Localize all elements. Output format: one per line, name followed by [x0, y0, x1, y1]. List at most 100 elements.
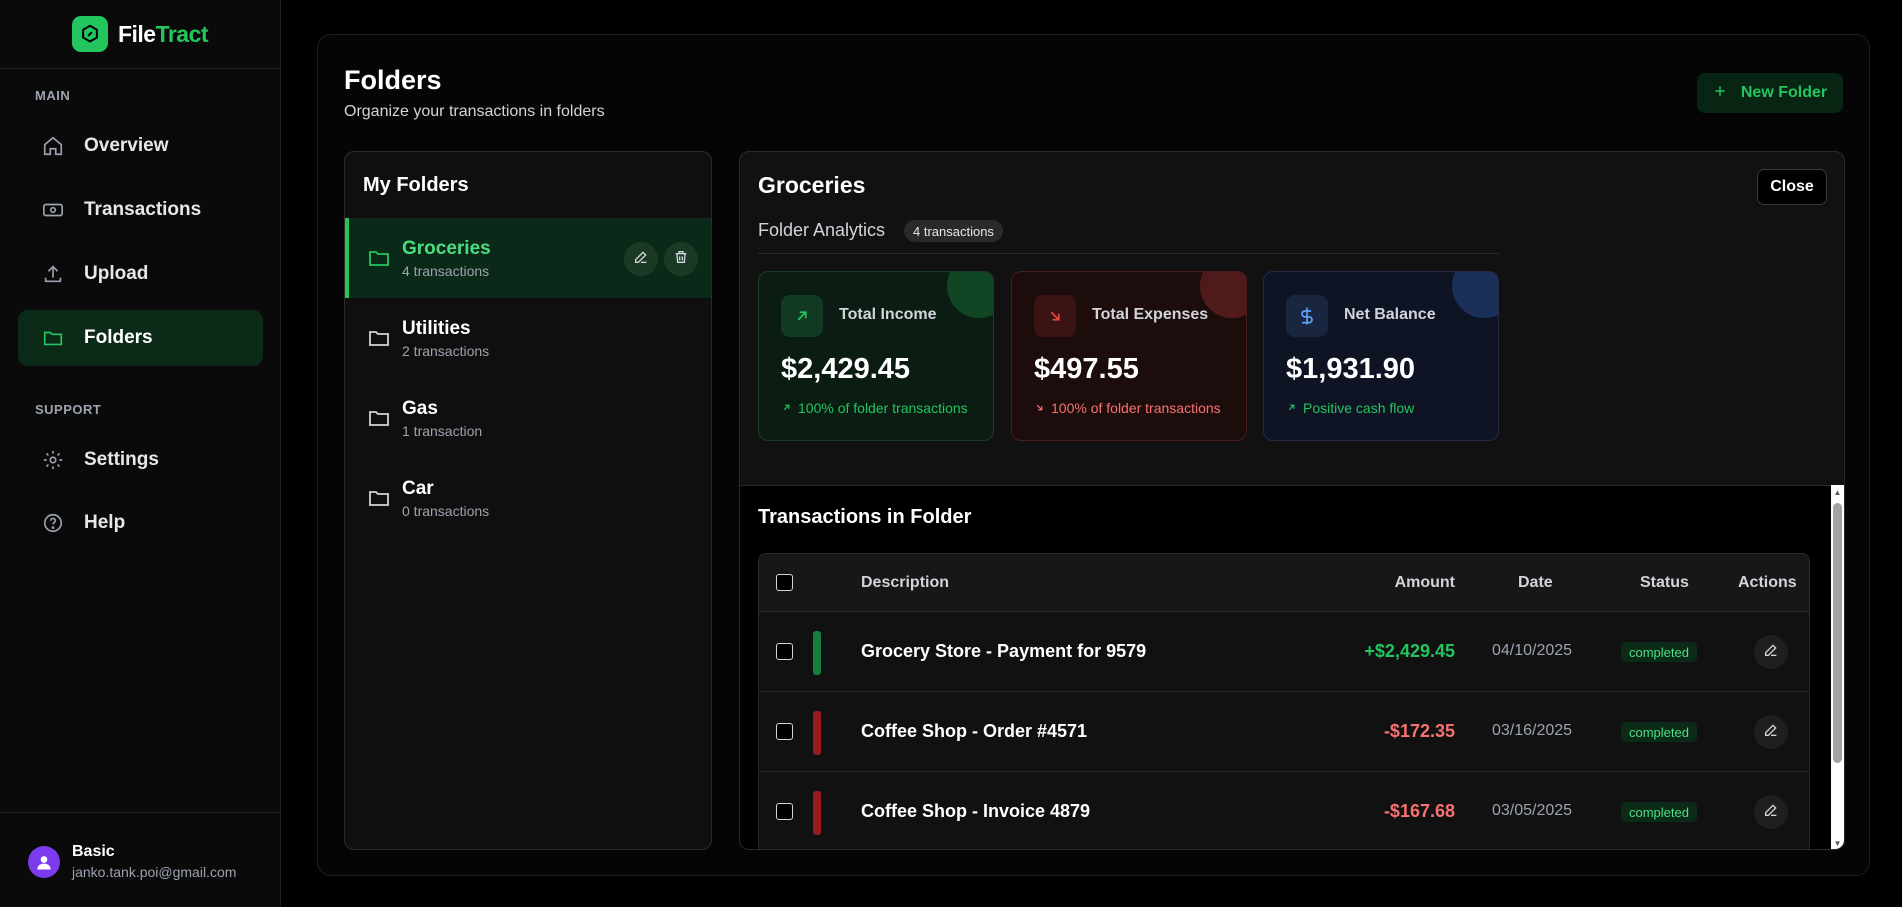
analytics-badge: 4 transactions [904, 220, 1003, 242]
edit-icon [1763, 642, 1779, 663]
edit-transaction-button[interactable] [1754, 795, 1788, 829]
brand[interactable]: FileTract [0, 0, 280, 69]
arrow-up-right-icon [781, 400, 792, 416]
column-header-status[interactable]: Status [1640, 574, 1689, 592]
logo-icon [71, 16, 108, 52]
sidebar-item-label: Folders [84, 327, 153, 348]
plus-icon [1713, 84, 1727, 103]
folder-name: Car [402, 478, 434, 499]
new-folder-button[interactable]: New Folder [1697, 73, 1843, 113]
column-header-actions: Actions [1738, 574, 1797, 591]
folder-item-groceries[interactable]: Groceries 4 transactions [345, 218, 711, 298]
transaction-description: Coffee Shop - Invoice 4879 [861, 801, 1091, 821]
folder-icon [367, 486, 391, 510]
sidebar-item-transactions[interactable]: Transactions [18, 182, 263, 238]
row-checkbox[interactable] [776, 643, 793, 660]
page-subtitle: Organize your transactions in folders [344, 103, 605, 120]
stat-note: Positive cash flow [1286, 400, 1414, 416]
folder-item-utilities[interactable]: Utilities 2 transactions [345, 298, 711, 378]
user-profile[interactable]: Basic janko.tank.poi@gmail.com [0, 812, 281, 907]
close-button[interactable]: Close [1757, 169, 1827, 205]
folder-name: Utilities [402, 318, 471, 339]
expense-indicator [813, 711, 821, 755]
edit-icon [1763, 802, 1779, 823]
sidebar-item-settings[interactable]: Settings [18, 432, 263, 488]
sidebar-item-help[interactable]: Help [18, 495, 263, 551]
stat-card-balance: Net Balance $1,931.90 Positive cash flow [1263, 271, 1499, 441]
status-badge: completed [1621, 642, 1697, 662]
help-circle-icon [42, 512, 64, 534]
folder-icon [367, 406, 391, 430]
page-title: Folders [344, 65, 442, 95]
scrollbar[interactable]: ▲ ▼ [1831, 485, 1844, 849]
scroll-thumb[interactable] [1833, 503, 1842, 763]
column-header-description[interactable]: Description [861, 574, 949, 592]
transaction-amount: +$2,429.45 [1364, 641, 1455, 661]
edit-transaction-button[interactable] [1754, 715, 1788, 749]
analytics-label: Folder Analytics [758, 220, 886, 240]
folder-count: 2 transactions [402, 343, 490, 359]
row-checkbox[interactable] [776, 803, 793, 820]
stat-label: Total Income [839, 306, 937, 323]
transaction-amount: -$167.68 [1383, 801, 1455, 821]
transactions-section: Transactions in Folder Description Amoun… [740, 485, 1844, 849]
scroll-down-arrow-icon[interactable]: ▼ [1833, 839, 1842, 848]
stat-value: $2,429.45 [781, 353, 911, 385]
stat-card-expenses: Total Expenses $497.55 100% of folder tr… [1011, 271, 1247, 441]
select-all-checkbox[interactable] [776, 574, 793, 591]
sidebar-item-overview[interactable]: Overview [18, 118, 263, 174]
stat-value: $1,931.90 [1286, 353, 1416, 385]
folder-item-gas[interactable]: Gas 1 transaction [345, 378, 711, 458]
column-header-date[interactable]: Date [1518, 574, 1553, 592]
delete-folder-button[interactable] [664, 242, 698, 276]
folder-count: 1 transaction [402, 423, 483, 439]
row-checkbox[interactable] [776, 723, 793, 740]
sidebar-item-label: Help [84, 512, 126, 533]
trash-icon [673, 249, 689, 270]
transaction-date: 03/16/2025 [1492, 722, 1573, 739]
column-header-amount[interactable]: Amount [1395, 574, 1455, 592]
section-label-support: SUPPORT [35, 402, 102, 417]
banknote-icon [42, 199, 64, 221]
dollar-icon [1286, 295, 1328, 337]
sidebar-item-folders[interactable]: Folders [18, 310, 263, 366]
stat-label: Total Expenses [1092, 306, 1209, 323]
scroll-up-arrow-icon[interactable]: ▲ [1833, 488, 1842, 497]
user-email: janko.tank.poi@gmail.com [72, 864, 237, 880]
arrow-up-right-icon [1286, 400, 1297, 416]
transaction-date: 04/10/2025 [1492, 642, 1573, 659]
folder-count: 0 transactions [402, 503, 490, 519]
transactions-table: Description Amount Date Status Actions G… [758, 553, 1810, 849]
edit-folder-button[interactable] [624, 242, 658, 276]
gear-icon [42, 449, 64, 471]
upload-icon [42, 263, 64, 285]
sidebar-item-upload[interactable]: Upload [18, 246, 263, 302]
table-row[interactable]: Grocery Store - Payment for 9579 +$2,429… [759, 612, 1809, 692]
income-indicator [813, 631, 821, 675]
folder-detail-title: Groceries [758, 172, 866, 198]
status-badge: completed [1621, 802, 1697, 822]
folder-icon [42, 327, 64, 349]
sidebar: FileTract MAIN Overview Transactions Upl… [0, 0, 281, 907]
edit-transaction-button[interactable] [1754, 635, 1788, 669]
arrow-up-right-icon [781, 295, 823, 337]
table-row[interactable]: Coffee Shop - Order #4571 -$172.35 03/16… [759, 692, 1809, 772]
decorative-bubble [947, 272, 993, 318]
table-row[interactable]: Coffee Shop - Invoice 4879 -$167.68 03/0… [759, 772, 1809, 849]
transaction-description: Grocery Store - Payment for 9579 [861, 641, 1147, 661]
stat-value: $497.55 [1034, 353, 1139, 385]
sidebar-item-label: Overview [84, 135, 169, 156]
transactions-title: Transactions in Folder [758, 506, 972, 528]
transaction-amount: -$172.35 [1383, 721, 1455, 741]
folder-name: Gas [402, 398, 438, 419]
folder-item-car[interactable]: Car 0 transactions [345, 458, 711, 538]
folders-list: My Folders Groceries 4 transactions Util… [344, 151, 712, 850]
sidebar-item-label: Upload [84, 263, 149, 284]
arrow-down-right-icon [1034, 295, 1076, 337]
divider [758, 253, 1499, 254]
brand-name: FileTract [117, 20, 209, 47]
folder-detail: Groceries Close Folder Analytics 4 trans… [739, 151, 1845, 850]
user-plan: Basic [72, 843, 115, 860]
folder-count: 4 transactions [402, 263, 490, 279]
sidebar-item-label: Settings [84, 449, 159, 470]
